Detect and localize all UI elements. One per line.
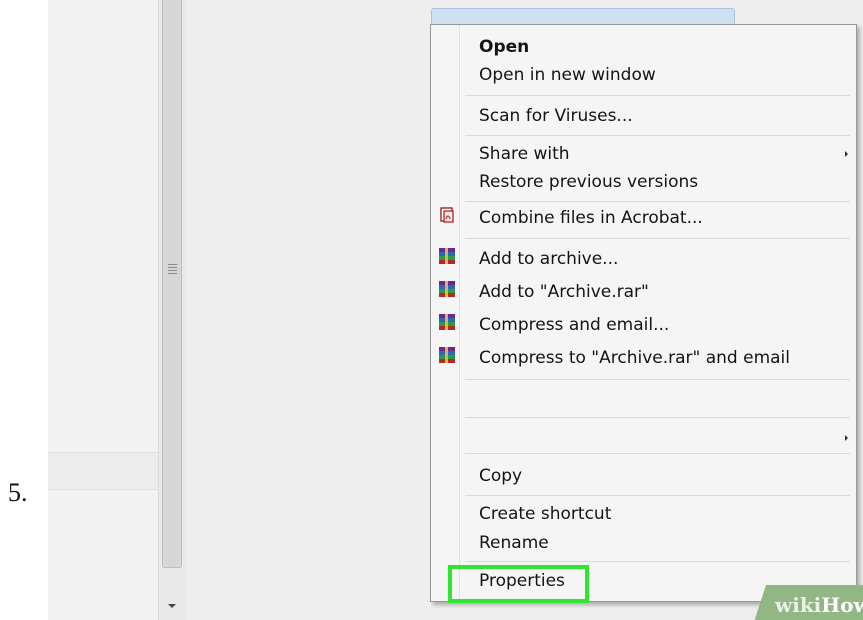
step-number: 5. bbox=[8, 478, 28, 507]
menu-separator bbox=[465, 417, 850, 418]
wikihow-logo: wikiHow bbox=[775, 593, 863, 617]
winrar-icon bbox=[439, 314, 455, 330]
menu-icon-gutter bbox=[459, 25, 460, 601]
menu-item-add-to-archive-rar[interactable]: Add to "Archive.rar" bbox=[479, 281, 649, 303]
scrollbar-grip-icon bbox=[168, 264, 177, 276]
winrar-icon bbox=[439, 347, 455, 363]
menu-item-scan-for-viruses[interactable]: Scan for Viruses... bbox=[479, 105, 633, 127]
menu-item-compress-to-archive-rar-and-email[interactable]: Compress to "Archive.rar" and email bbox=[479, 347, 790, 369]
menu-item-copy[interactable]: Copy bbox=[479, 465, 522, 487]
submenu-arrow-icon bbox=[845, 435, 848, 441]
scrollbar-track-line bbox=[158, 0, 159, 620]
acrobat-icon bbox=[440, 207, 454, 223]
menu-separator bbox=[465, 561, 850, 562]
menu-item-compress-and-email[interactable]: Compress and email... bbox=[479, 314, 669, 336]
menu-separator bbox=[465, 95, 850, 96]
navigation-pane-item[interactable] bbox=[48, 452, 158, 490]
properties-highlight-box bbox=[448, 565, 589, 603]
menu-item-create-shortcut[interactable]: Create shortcut bbox=[479, 503, 611, 525]
menu-separator bbox=[465, 379, 850, 380]
submenu-arrow-icon bbox=[845, 151, 848, 157]
menu-item-rename[interactable]: Rename bbox=[479, 532, 549, 554]
menu-item-restore-previous-versions[interactable]: Restore previous versions bbox=[479, 171, 698, 193]
explorer-screenshot: Open Open in new window Scan for Viruses… bbox=[48, 0, 863, 620]
menu-separator bbox=[465, 453, 850, 454]
menu-item-open-in-new-window[interactable]: Open in new window bbox=[479, 64, 656, 86]
vertical-scrollbar[interactable] bbox=[158, 0, 186, 620]
menu-item-add-to-archive[interactable]: Add to archive... bbox=[479, 248, 618, 270]
menu-item-open[interactable]: Open bbox=[479, 36, 529, 58]
file-list-pane: Open Open in new window Scan for Viruses… bbox=[186, 0, 863, 620]
menu-separator bbox=[465, 201, 850, 202]
menu-item-combine-files-in-acrobat[interactable]: Combine files in Acrobat... bbox=[479, 207, 703, 229]
scroll-down-arrow-icon[interactable] bbox=[168, 604, 176, 608]
menu-separator bbox=[465, 238, 850, 239]
context-menu: Open Open in new window Scan for Viruses… bbox=[430, 24, 857, 603]
menu-separator bbox=[465, 135, 850, 136]
menu-item-share-with[interactable]: Share with bbox=[479, 143, 570, 165]
winrar-icon bbox=[439, 281, 455, 297]
menu-separator bbox=[465, 495, 850, 496]
wikihow-watermark: wikiHow bbox=[753, 585, 863, 620]
winrar-icon bbox=[439, 248, 455, 264]
navigation-pane bbox=[48, 0, 158, 620]
scrollbar-thumb[interactable] bbox=[162, 0, 182, 568]
